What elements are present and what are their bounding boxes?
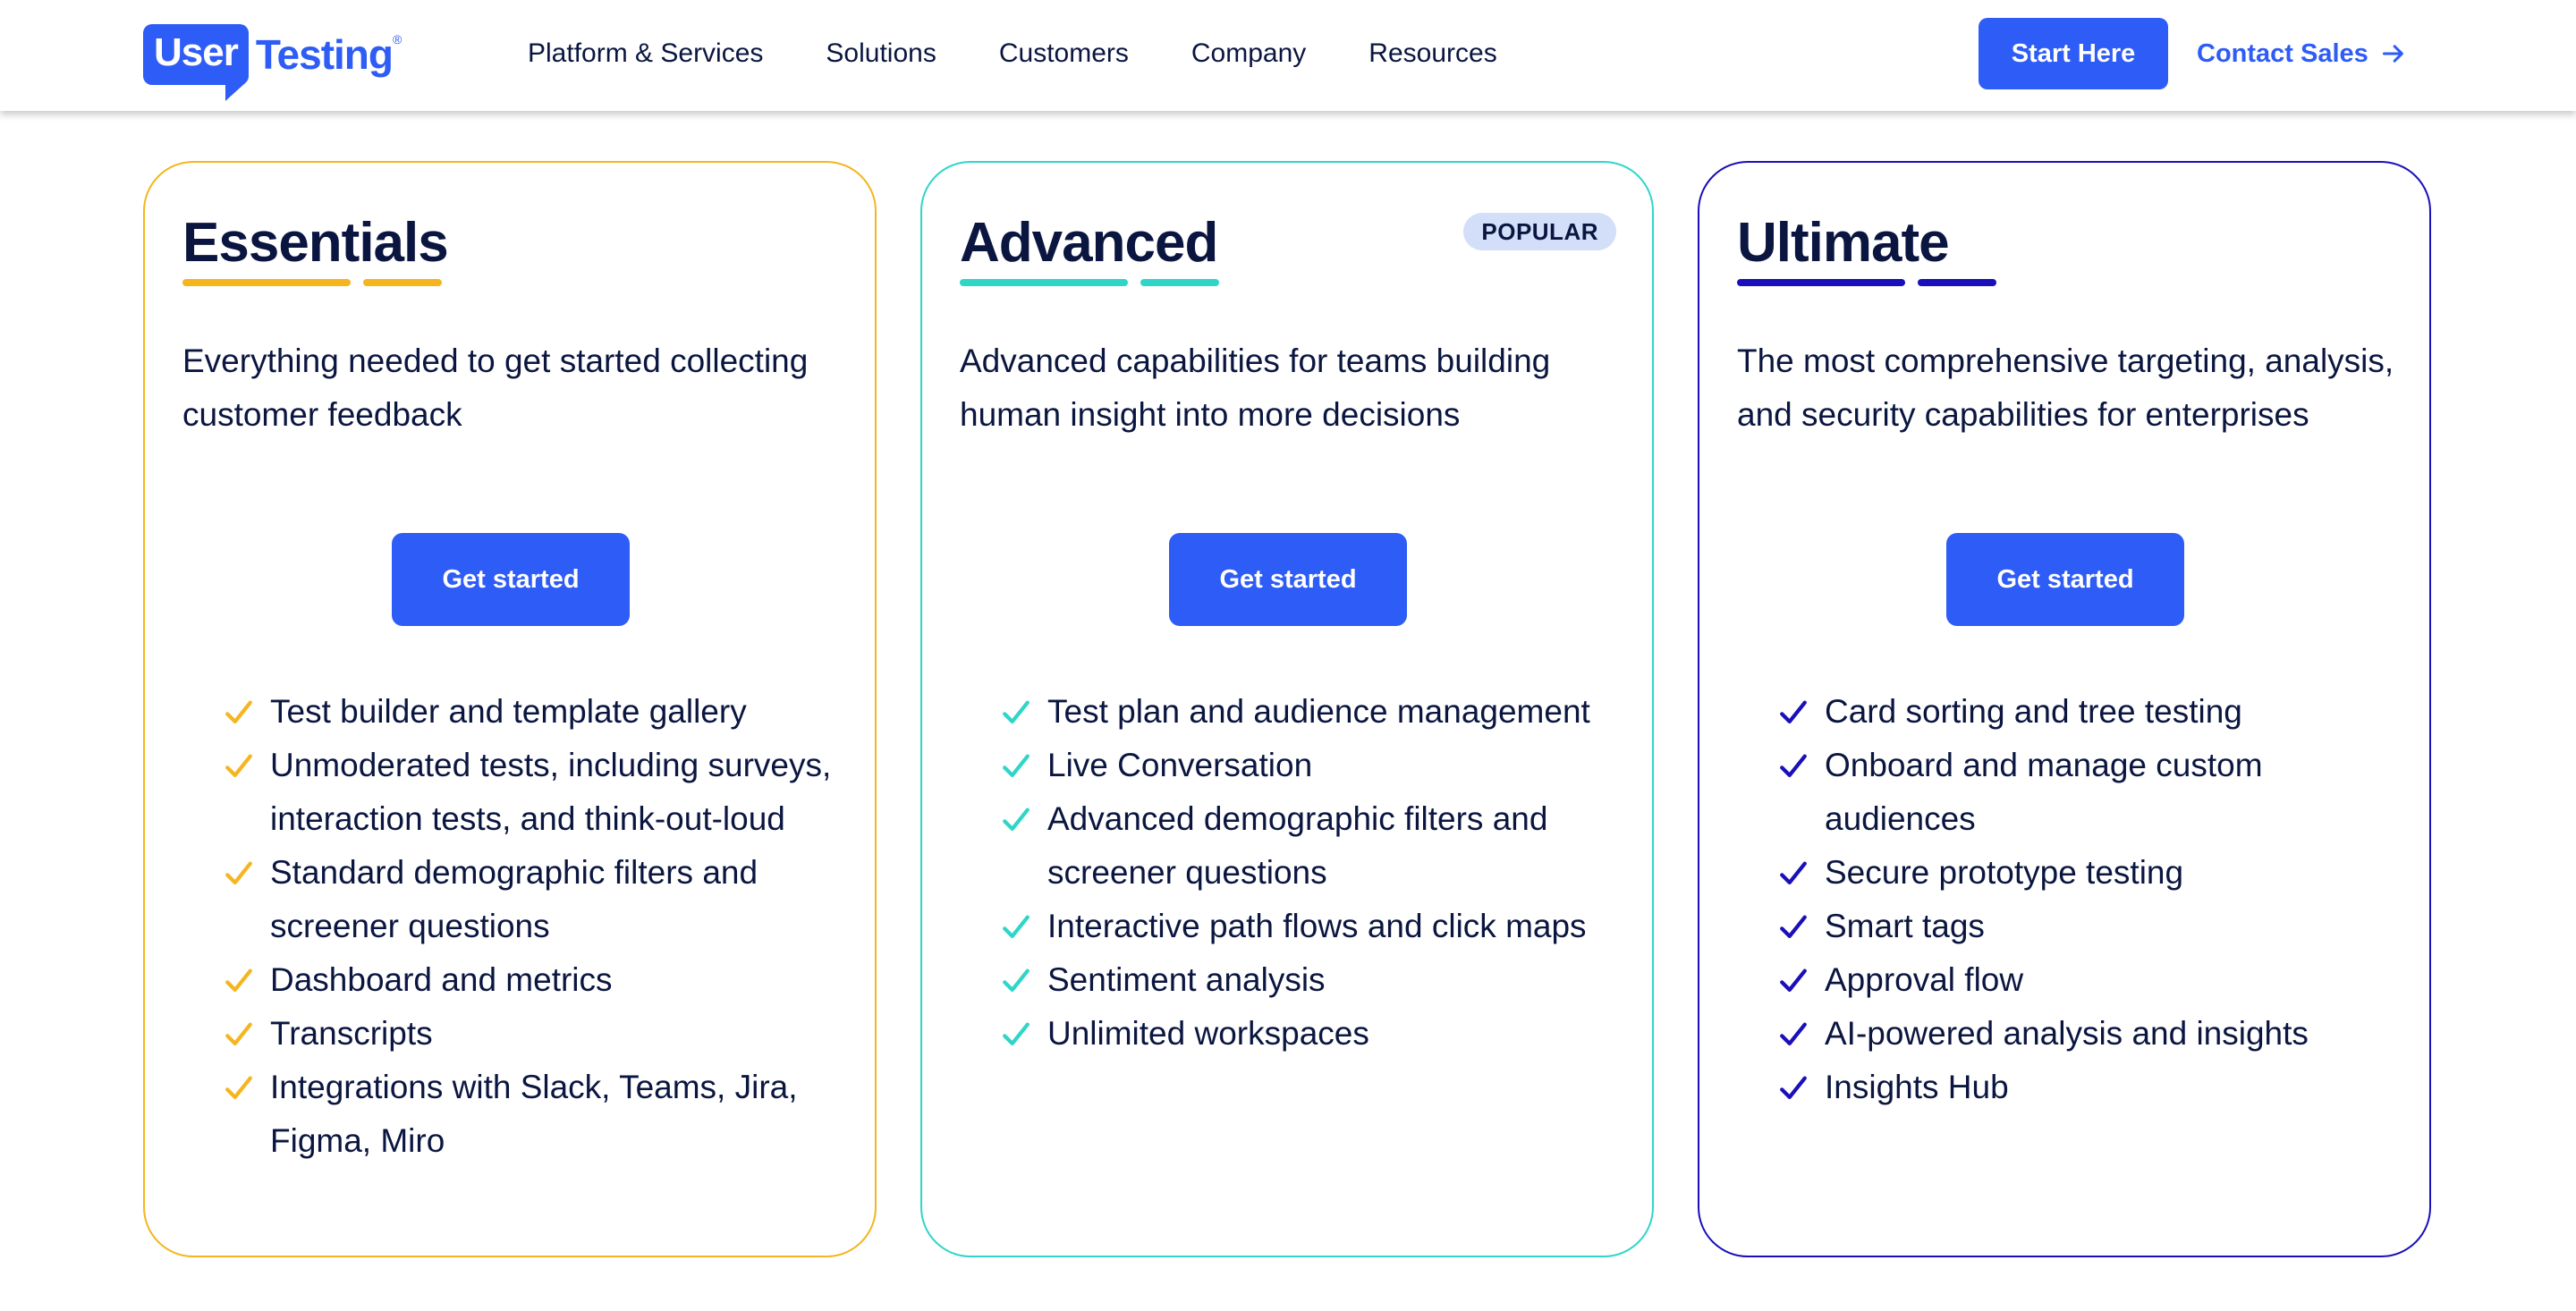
feature-item: Unmoderated tests, including surveys, in… xyxy=(224,739,850,846)
arrow-right-icon xyxy=(2382,45,2403,63)
logo-registered-mark: ® xyxy=(393,32,402,47)
check-icon xyxy=(225,700,252,724)
check-icon xyxy=(225,754,252,778)
get-started-button-essentials[interactable]: Get started xyxy=(392,533,630,626)
title-underline xyxy=(182,279,442,286)
site-header: User Testing ® Platform & Services Solut… xyxy=(0,0,2576,111)
check-icon xyxy=(225,968,252,993)
get-started-button-advanced[interactable]: Get started xyxy=(1169,533,1407,626)
check-icon xyxy=(1003,1022,1030,1046)
start-here-button[interactable]: Start Here xyxy=(1979,18,2168,89)
feature-item: Onboard and manage custom audiences xyxy=(1778,739,2404,846)
feature-item: Unlimited workspaces xyxy=(1001,1007,1627,1061)
check-icon xyxy=(225,1022,252,1046)
plan-title: Ultimate xyxy=(1737,212,1950,274)
feature-item: Insights Hub xyxy=(1778,1061,2404,1114)
feature-list: Test builder and template gallery Unmode… xyxy=(224,685,850,1168)
logo-bubble-tail xyxy=(225,83,245,101)
feature-item: Live Conversation xyxy=(1001,739,1627,792)
check-icon xyxy=(1780,968,1807,993)
logo-text-testing: Testing xyxy=(255,31,394,78)
usertesting-logo[interactable]: User Testing ® xyxy=(143,18,402,101)
feature-item: Transcripts xyxy=(224,1007,850,1061)
plan-card-ultimate: Ultimate The most comprehensive targetin… xyxy=(1698,161,2431,1257)
plan-description: Advanced capabilities for teams building… xyxy=(960,343,1551,433)
check-icon xyxy=(1780,1022,1807,1046)
check-icon xyxy=(1003,915,1030,939)
title-underline xyxy=(960,279,1219,286)
feature-item: Secure prototype testing xyxy=(1778,846,2404,900)
nav-solutions[interactable]: Solutions xyxy=(826,34,936,73)
feature-list: Card sorting and tree testing Onboard an… xyxy=(1778,685,2404,1114)
check-icon xyxy=(1003,808,1030,832)
feature-item: Integrations with Slack, Teams, Jira, Fi… xyxy=(224,1061,850,1168)
check-icon xyxy=(1780,915,1807,939)
contact-sales-label: Contact Sales xyxy=(2197,39,2368,68)
feature-item: Test builder and template gallery xyxy=(224,685,850,739)
plan-title: Advanced xyxy=(960,212,1218,274)
feature-item: AI-powered analysis and insights xyxy=(1778,1007,2404,1061)
title-underline xyxy=(1737,279,1996,286)
check-icon xyxy=(1780,861,1807,885)
feature-item: Approval flow xyxy=(1778,953,2404,1007)
check-icon xyxy=(225,1076,252,1100)
feature-item: Test plan and audience management xyxy=(1001,685,1627,739)
plan-card-essentials: Essentials Everything needed to get star… xyxy=(143,161,877,1257)
feature-item: Card sorting and tree testing xyxy=(1778,685,2404,739)
feature-item: Dashboard and metrics xyxy=(224,953,850,1007)
logo-text-user: User xyxy=(154,30,239,74)
feature-item: Interactive path flows and click maps xyxy=(1001,900,1627,953)
feature-list: Test plan and audience management Live C… xyxy=(1001,685,1627,1061)
feature-item: Advanced demographic filters and screene… xyxy=(1001,792,1627,900)
check-icon xyxy=(1003,754,1030,778)
nav-customers[interactable]: Customers xyxy=(999,34,1129,73)
feature-item: Smart tags xyxy=(1778,900,2404,953)
plan-title: Essentials xyxy=(182,212,449,274)
check-icon xyxy=(225,861,252,885)
nav-resources[interactable]: Resources xyxy=(1368,34,1496,73)
get-started-button-ultimate[interactable]: Get started xyxy=(1946,533,2184,626)
check-icon xyxy=(1780,754,1807,778)
feature-item: Sentiment analysis xyxy=(1001,953,1627,1007)
feature-item: Standard demographic filters and screene… xyxy=(224,846,850,953)
check-icon xyxy=(1780,1076,1807,1100)
check-icon xyxy=(1003,968,1030,993)
plan-card-advanced: Advanced POPULAR Advanced capabilities f… xyxy=(920,161,1654,1257)
logo-bubble: User xyxy=(143,24,249,101)
check-icon xyxy=(1780,700,1807,724)
nav-platform-services[interactable]: Platform & Services xyxy=(528,34,763,73)
main-nav: Platform & Services Solutions Customers … xyxy=(528,34,1560,73)
plan-description: The most comprehensive targeting, analys… xyxy=(1737,343,2394,433)
check-icon xyxy=(1003,700,1030,724)
popular-badge: POPULAR xyxy=(1463,213,1616,250)
nav-company[interactable]: Company xyxy=(1191,34,1306,73)
plan-description: Everything needed to get started collect… xyxy=(182,343,809,433)
contact-sales-link[interactable]: Contact Sales xyxy=(2197,34,2406,73)
